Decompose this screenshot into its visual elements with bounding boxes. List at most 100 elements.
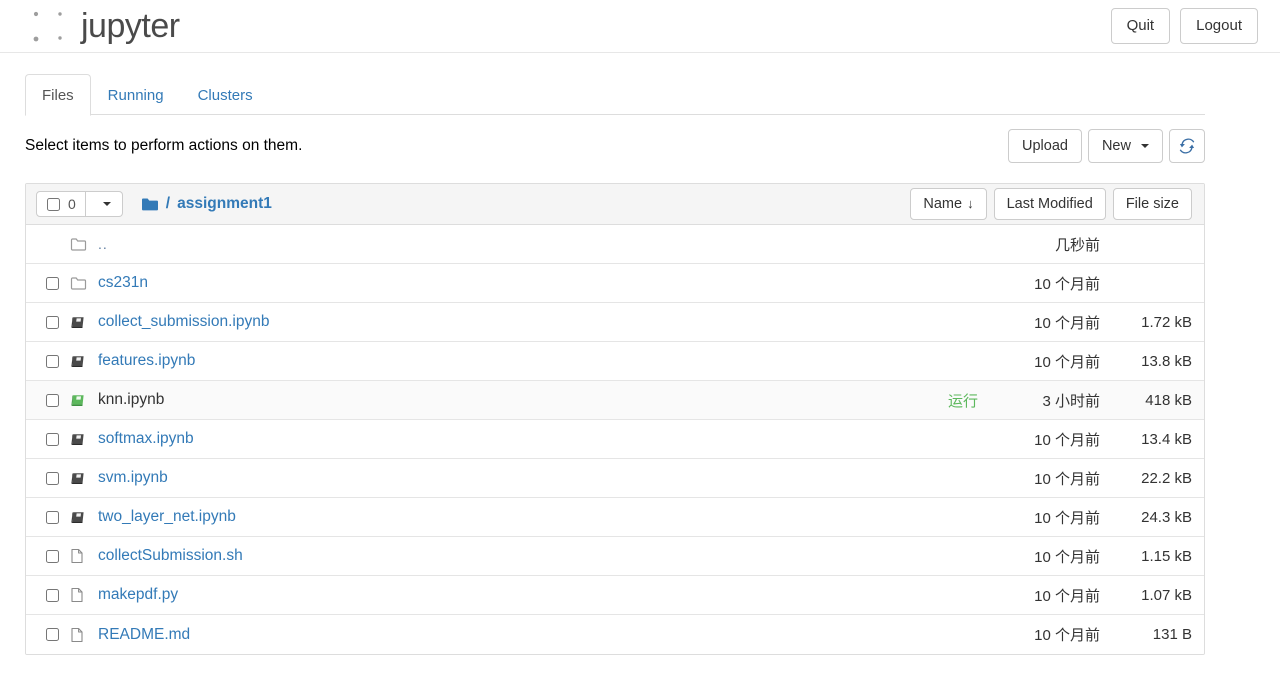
row-file-size: 418 kB — [1145, 391, 1192, 409]
row-checkbox-cell — [36, 315, 70, 329]
row-checkbox-cell — [36, 628, 70, 641]
new-dropdown-button[interactable]: New — [1087, 128, 1163, 164]
table-row[interactable]: svm.ipynb 10 个月前 22.2 kB — [26, 459, 1204, 498]
logout-button[interactable]: Logout — [1180, 7, 1258, 45]
table-row[interactable]: .. 几秒前 — [26, 225, 1204, 264]
table-row[interactable]: softmax.ipynb 10 个月前 13.4 kB — [26, 420, 1204, 459]
folder-icon — [70, 237, 87, 252]
row-name-link[interactable]: cs231n — [98, 274, 148, 292]
select-all-checkbox[interactable] — [47, 197, 60, 211]
row-icon-cell — [70, 237, 98, 252]
row-name-link[interactable]: collect_submission.ipynb — [98, 313, 269, 331]
row-checkbox-cell — [36, 549, 70, 563]
notebook-running-icon — [70, 393, 86, 408]
row-last-modified: 几秒前 — [1054, 236, 1100, 254]
upload-button[interactable]: Upload — [1008, 128, 1082, 164]
row-checkbox[interactable] — [46, 510, 59, 524]
row-icon-cell — [70, 627, 98, 643]
select-all-group: 0 — [36, 191, 123, 217]
select-all-dropdown-button[interactable] — [85, 191, 123, 217]
file-icon — [70, 587, 84, 603]
file-icon — [70, 548, 84, 564]
breadcrumb: / assignment1 — [141, 195, 272, 213]
table-row[interactable]: two_layer_net.ipynb 10 个月前 24.3 kB — [26, 498, 1204, 537]
tab-clusters[interactable]: Clusters — [181, 74, 270, 116]
table-row[interactable]: features.ipynb 10 个月前 13.8 kB — [26, 342, 1204, 381]
row-checkbox[interactable] — [46, 354, 59, 368]
row-last-modified: 10 个月前 — [1034, 509, 1100, 527]
jupyter-logo-link[interactable]: jupyter — [26, 6, 180, 46]
tab-files[interactable]: Files — [25, 74, 91, 116]
row-name-link[interactable]: two_layer_net.ipynb — [98, 508, 236, 526]
row-checkbox[interactable] — [46, 315, 59, 329]
table-row[interactable]: makepdf.py 10 个月前 1.07 kB — [26, 576, 1204, 615]
row-icon-cell — [70, 471, 98, 486]
tab-running[interactable]: Running — [91, 74, 181, 116]
new-dropdown-label: New — [1101, 137, 1131, 154]
notebook-icon — [70, 432, 86, 447]
row-last-modified: 10 个月前 — [1034, 275, 1100, 293]
table-row[interactable]: knn.ipynb 运行 3 小时前 418 kB — [26, 381, 1204, 420]
sort-by-size-button[interactable]: File size — [1112, 187, 1192, 221]
row-checkbox-cell — [36, 588, 70, 602]
breadcrumb-current-folder[interactable]: assignment1 — [177, 195, 272, 213]
notebook-icon — [70, 471, 86, 486]
row-file-size: 1.72 kB — [1141, 313, 1192, 331]
row-file-size: 13.4 kB — [1141, 430, 1192, 448]
file-icon — [70, 627, 84, 643]
selected-count: 0 — [68, 196, 76, 212]
row-checkbox-cell — [36, 354, 70, 368]
row-icon-cell — [70, 587, 98, 603]
row-checkbox[interactable] — [46, 588, 59, 602]
action-bar: Select items to perform actions on them.… — [25, 128, 1205, 164]
row-last-modified: 10 个月前 — [1034, 470, 1100, 488]
row-last-modified: 10 个月前 — [1034, 431, 1100, 449]
row-name-link[interactable]: softmax.ipynb — [98, 430, 194, 448]
row-name-link[interactable]: features.ipynb — [98, 352, 195, 370]
row-name-link[interactable]: collectSubmission.sh — [98, 547, 243, 565]
sort-name-label: Name — [923, 195, 963, 212]
refresh-icon — [1179, 138, 1195, 154]
table-row[interactable]: README.md 10 个月前 131 B — [26, 615, 1204, 654]
row-name-link[interactable]: makepdf.py — [98, 586, 178, 604]
chevron-down-icon — [1141, 144, 1149, 149]
sort-direction-icon: ↓ — [967, 195, 974, 211]
row-checkbox[interactable] — [46, 628, 59, 641]
chevron-down-icon — [102, 202, 111, 206]
header-actions: Quit Logout — [1110, 7, 1258, 45]
table-row[interactable]: cs231n 10 个月前 — [26, 264, 1204, 303]
row-icon-cell — [70, 393, 98, 408]
row-file-size: 1.15 kB — [1141, 547, 1192, 565]
notebook-icon — [70, 315, 86, 330]
row-file-size: 131 B — [1152, 626, 1192, 643]
selection-hint: Select items to perform actions on them. — [25, 137, 303, 154]
row-name-link[interactable]: .. — [98, 236, 108, 252]
row-name-link[interactable]: knn.ipynb — [98, 391, 164, 409]
row-icon-cell — [70, 276, 98, 291]
row-file-size: 22.2 kB — [1141, 469, 1192, 487]
row-icon-cell — [70, 315, 98, 330]
row-last-modified: 10 个月前 — [1034, 353, 1100, 371]
row-file-size: 24.3 kB — [1141, 508, 1192, 526]
folder-icon — [70, 276, 87, 291]
row-checkbox[interactable] — [46, 276, 59, 290]
table-row[interactable]: collectSubmission.sh 10 个月前 1.15 kB — [26, 537, 1204, 576]
quit-button[interactable]: Quit — [1110, 7, 1171, 45]
table-row[interactable]: collect_submission.ipynb 10 个月前 1.72 kB — [26, 303, 1204, 342]
row-last-modified: 10 个月前 — [1034, 587, 1100, 605]
app-header: jupyter Quit Logout — [0, 0, 1280, 53]
row-name-link[interactable]: README.md — [98, 626, 190, 644]
row-checkbox[interactable] — [46, 549, 59, 563]
row-checkbox[interactable] — [46, 471, 59, 485]
sort-by-modified-button[interactable]: Last Modified — [993, 187, 1106, 221]
sort-by-name-button[interactable]: Name ↓ — [910, 187, 987, 221]
refresh-button[interactable] — [1169, 128, 1205, 164]
select-all-checkbox-button[interactable]: 0 — [36, 191, 86, 217]
row-name-link[interactable]: svm.ipynb — [98, 469, 168, 487]
row-last-modified: 10 个月前 — [1034, 314, 1100, 332]
folder-icon — [141, 197, 159, 212]
row-checkbox[interactable] — [46, 432, 59, 446]
brand-text: jupyter — [81, 7, 180, 45]
tab-bar: Files Running Clusters — [0, 74, 1280, 116]
row-checkbox[interactable] — [46, 393, 59, 407]
